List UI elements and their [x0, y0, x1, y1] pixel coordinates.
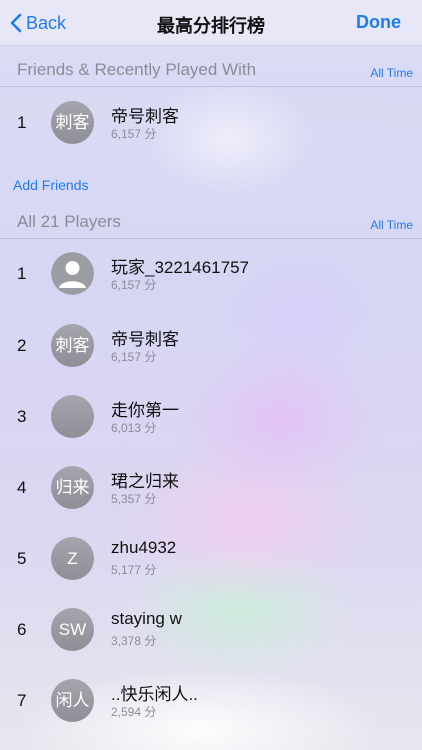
rank-number: 5 [17, 549, 27, 568]
player-row[interactable]: 6 SW staying w 3,378 分 [0, 595, 422, 665]
player-score: 6,013 分 [111, 421, 157, 435]
rank-number: 2 [17, 336, 27, 355]
player-name: 帝号刺客 [111, 330, 179, 349]
rank-number: 1 [17, 264, 27, 283]
player-name: 玩家_3221461757 [111, 258, 250, 277]
friends-section-title: Friends & Recently Played With [17, 60, 257, 79]
all-players-time-filter[interactable]: All Time [370, 218, 413, 232]
avatar: 刺客 [51, 101, 94, 144]
player-score: 6,157 分 [111, 350, 157, 364]
player-row[interactable]: 4 归来 珺之归来 5,357 分 [0, 453, 422, 523]
player-name: 走你第一 [111, 401, 179, 420]
player-row[interactable]: 7 闲人 ..快乐闲人.. 2,594 分 [0, 666, 422, 736]
player-name: 帝号刺客 [111, 107, 179, 126]
rank-number: 6 [17, 620, 27, 639]
avatar: 刺客 [51, 324, 94, 367]
all-players-section-title: All 21 Players [17, 212, 121, 231]
player-score: 5,357 分 [111, 492, 157, 506]
player-name: ..快乐闲人.. [111, 685, 198, 704]
player-score: 6,157 分 [111, 127, 157, 141]
all-players-section-header: All 21 Players All Time [0, 205, 422, 239]
friends-section-header: Friends & Recently Played With All Time [0, 53, 422, 87]
player-score: 6,157 分 [111, 278, 157, 292]
friends-player-row[interactable]: 1 刺客 帝号刺客 6,157 分 [0, 88, 422, 158]
rank-number: 1 [17, 113, 27, 132]
player-name: zhu4932 [111, 538, 177, 557]
rank-number: 3 [17, 407, 27, 426]
player-row[interactable]: 2 刺客 帝号刺客 6,157 分 [0, 311, 422, 381]
rank-number: 7 [17, 691, 27, 710]
player-score: 5,177 分 [111, 563, 157, 577]
avatar: 归来 [51, 466, 94, 509]
friends-time-filter[interactable]: All Time [370, 66, 413, 80]
player-row[interactable]: 3 走你第一 6,013 分 [0, 382, 422, 452]
navigation-bar: Back 最高分排行榜 Done [0, 0, 422, 46]
avatar [51, 395, 94, 438]
avatar: Z [51, 537, 94, 580]
player-row[interactable]: 1 玩家_3221461757 6,157 分 [0, 239, 422, 309]
player-score: 3,378 分 [111, 634, 157, 648]
default-person-icon [51, 252, 94, 295]
player-row[interactable]: 5 Z zhu4932 5,177 分 [0, 524, 422, 594]
avatar: SW [51, 608, 94, 651]
player-score: 2,594 分 [111, 705, 157, 719]
avatar: 闲人 [51, 679, 94, 722]
add-friends-link[interactable]: Add Friends [13, 177, 88, 193]
rank-number: 4 [17, 478, 27, 497]
player-name: 珺之归来 [111, 472, 179, 491]
player-name: staying w [111, 609, 182, 628]
done-button[interactable]: Done [356, 12, 401, 33]
